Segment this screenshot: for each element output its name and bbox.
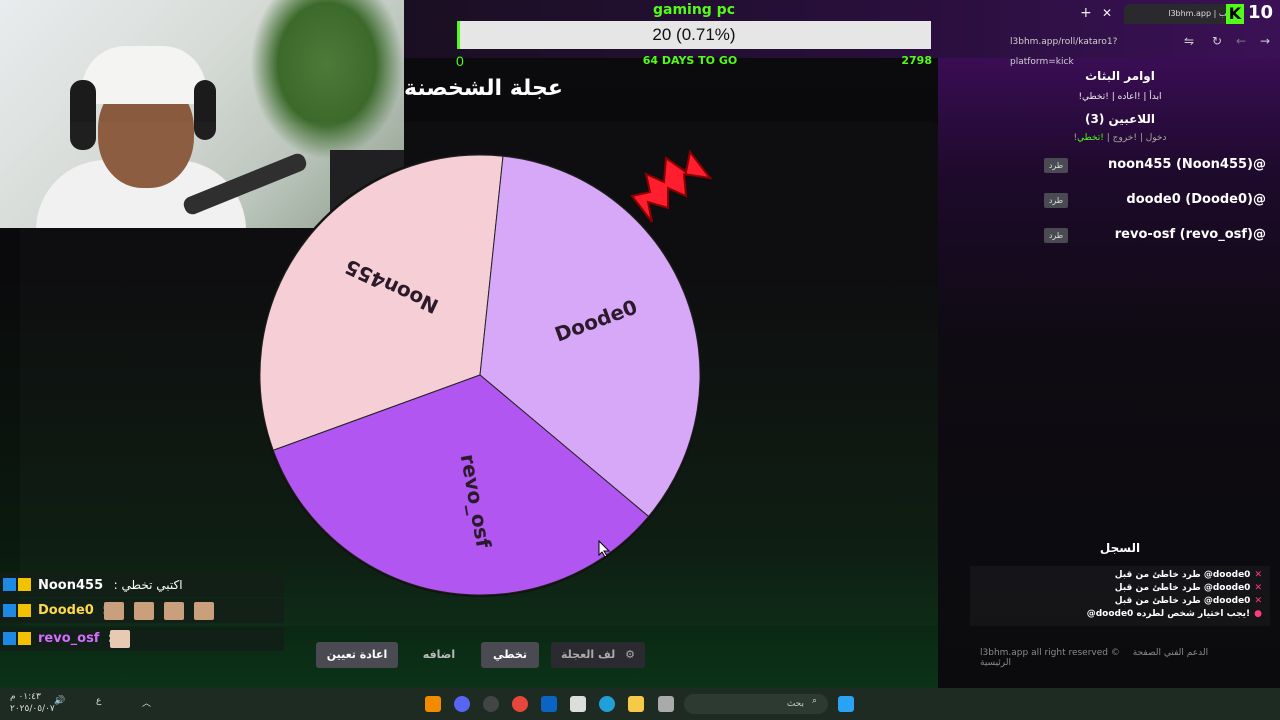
error-x-icon: ✕	[1254, 570, 1262, 580]
goal-value: 20 (0.71%)	[652, 25, 736, 44]
player-name: revo-osf (revo_osf)@	[1114, 227, 1266, 242]
chat-author: revo_osf :	[38, 627, 113, 651]
clock-time[interactable]: ٠١:٤٣ م	[10, 692, 41, 702]
moderator-badge-icon	[3, 578, 16, 591]
player-name: noon455 (Noon455)@	[1107, 157, 1266, 172]
error-x-icon: ✕	[1254, 596, 1262, 606]
reset-button[interactable]: اعادة تعيين	[316, 642, 398, 668]
chat-username: revo_osf	[38, 631, 100, 646]
close-tab-icon[interactable]: ✕	[1102, 6, 1112, 20]
store-icon[interactable]	[570, 696, 586, 712]
chat-emote	[104, 602, 124, 620]
footer-support-link[interactable]: الدعم الفني	[1164, 648, 1208, 658]
chat-emote	[164, 602, 184, 620]
forward-icon[interactable]: ←	[1236, 34, 1246, 48]
chat-username: Doode0	[38, 603, 94, 618]
kick-player-button[interactable]: طرد	[1044, 158, 1068, 173]
leave-command: !خروج	[1112, 133, 1137, 143]
player-name: doode0 (Doode0)@	[1126, 192, 1266, 207]
log-text: طرد خاطئ من قبل @doode0	[1114, 596, 1251, 606]
players-title: اللاعبين (3)	[1084, 112, 1156, 126]
windows-start-icon[interactable]	[838, 696, 854, 712]
add-button[interactable]: اضافه	[412, 642, 466, 668]
skip-command: !تخطي	[1077, 133, 1104, 143]
file-explorer-icon[interactable]	[628, 696, 644, 712]
chrome-icon[interactable]	[512, 696, 528, 712]
chat-username: Noon455	[38, 578, 104, 593]
footer: l3bhm.app all right reserved © الدعم الف…	[980, 648, 1260, 668]
error-x-icon: ✕	[1254, 583, 1262, 593]
obs-icon[interactable]	[483, 696, 499, 712]
chat-message: Noon455 : اكتبي تخطي	[0, 573, 284, 597]
chat-badges	[3, 578, 33, 592]
discord-icon[interactable]	[454, 696, 470, 712]
skip-button[interactable]: تخطي	[481, 642, 539, 668]
info-icon: ●	[1254, 609, 1262, 619]
reload-icon[interactable]: ↻	[1212, 34, 1222, 48]
taskbar-search[interactable]: بحث	[684, 694, 828, 714]
wheel-pointer-icon	[630, 149, 713, 223]
kick-player-button[interactable]: طرد	[1044, 228, 1068, 243]
log-list: طرد خاطئ من قبل @doode0 ✕ طرد خاطئ من قبل…	[970, 566, 1270, 626]
spin-label: لف العجلة	[561, 648, 616, 661]
page-title: عجلة الشخصنة	[404, 76, 563, 101]
site-settings-icon[interactable]: ⇋	[1184, 34, 1194, 48]
moderator-badge-icon	[3, 632, 16, 645]
log-entry: طرد خاطئ من قبل @doode0 ✕	[1115, 569, 1262, 582]
back-icon[interactable]: →	[1260, 34, 1270, 48]
log-entry: طرد خاطئ من قبل @doode0 ✕	[1115, 595, 1262, 608]
subscriber-badge-icon	[18, 604, 31, 617]
app-icon[interactable]	[658, 696, 674, 712]
chat-emote	[194, 602, 214, 620]
goal-progress-bar: 20 (0.71%)	[457, 21, 931, 49]
viewer-count: 10	[1248, 2, 1274, 23]
volume-icon[interactable]: 🔊	[54, 696, 65, 706]
search-icon: ⌕	[812, 696, 818, 706]
new-tab-button[interactable]: +	[1080, 5, 1092, 21]
chat-emote	[110, 630, 130, 648]
log-entry: طرد خاطئ من قبل @doode0 ✕	[1115, 582, 1262, 595]
log-title: السجل	[1099, 541, 1141, 555]
chat-author: Doode0 :	[38, 599, 108, 623]
commands-title: اوامر البثاث	[1085, 69, 1155, 83]
chat-emote	[134, 602, 154, 620]
chat-author: Noon455 : اكتبي تخطي	[38, 573, 183, 598]
taskbar	[0, 688, 1280, 720]
chat-text: : اكتبي تخطي	[113, 578, 183, 592]
log-text: طرد خاطئ من قبل @doode0	[1114, 570, 1251, 580]
goal-title: gaming pc	[652, 2, 736, 18]
log-text: طرد خاطئ من قبل @doode0	[1114, 583, 1251, 593]
kick-player-button[interactable]: طرد	[1044, 193, 1068, 208]
spin-wheel-button[interactable]: لف العجلة ⚙	[551, 642, 645, 668]
log-text: @doode0 يجب اختيار شخص لطرده!	[1086, 609, 1251, 619]
clock-date[interactable]: ٢٠٢٥/٠٥/٠٧	[10, 704, 55, 714]
gear-icon: ⚙	[625, 648, 635, 661]
goal-min: 0	[456, 53, 464, 69]
chat-badges	[3, 604, 33, 618]
chat-message: revo_osf :	[0, 627, 284, 651]
tray-expand-icon[interactable]: ︿	[142, 696, 151, 709]
player-actions: !دخول | !خروج | !تخطي	[1073, 133, 1167, 143]
goal-days-left: 64 DAYS TO GO	[642, 54, 738, 67]
outlook-icon[interactable]	[541, 696, 557, 712]
player-row: طرد noon455 (Noon455)@	[1040, 155, 1270, 175]
footer-rights: l3bhm.app all right reserved ©	[980, 648, 1120, 658]
mouse-cursor-icon	[598, 540, 611, 558]
subscriber-badge-icon	[18, 578, 31, 591]
webcam-person-cap	[82, 46, 206, 104]
player-row: طرد revo-osf (revo_osf)@	[1040, 225, 1270, 245]
edge-icon[interactable]	[599, 696, 615, 712]
chat-badges	[3, 632, 33, 646]
subscriber-badge-icon	[18, 632, 31, 645]
goal-max: 2798	[901, 54, 932, 67]
player-row: طرد doode0 (Doode0)@	[1040, 190, 1270, 210]
log-entry: @doode0 يجب اختيار شخص لطرده! ●	[1087, 608, 1262, 621]
kick-logo: K	[1226, 4, 1244, 24]
address-bar[interactable]: l3bhm.app/roll/kataro1?platform=kick	[1010, 32, 1180, 67]
chat-message: Doode0 :	[0, 599, 284, 623]
moderator-badge-icon	[3, 604, 16, 617]
vlc-icon[interactable]	[425, 696, 441, 712]
commands-list: !ابدأ | !اعاده | !تخطي	[1078, 92, 1162, 102]
language-indicator[interactable]: ع	[96, 696, 101, 706]
